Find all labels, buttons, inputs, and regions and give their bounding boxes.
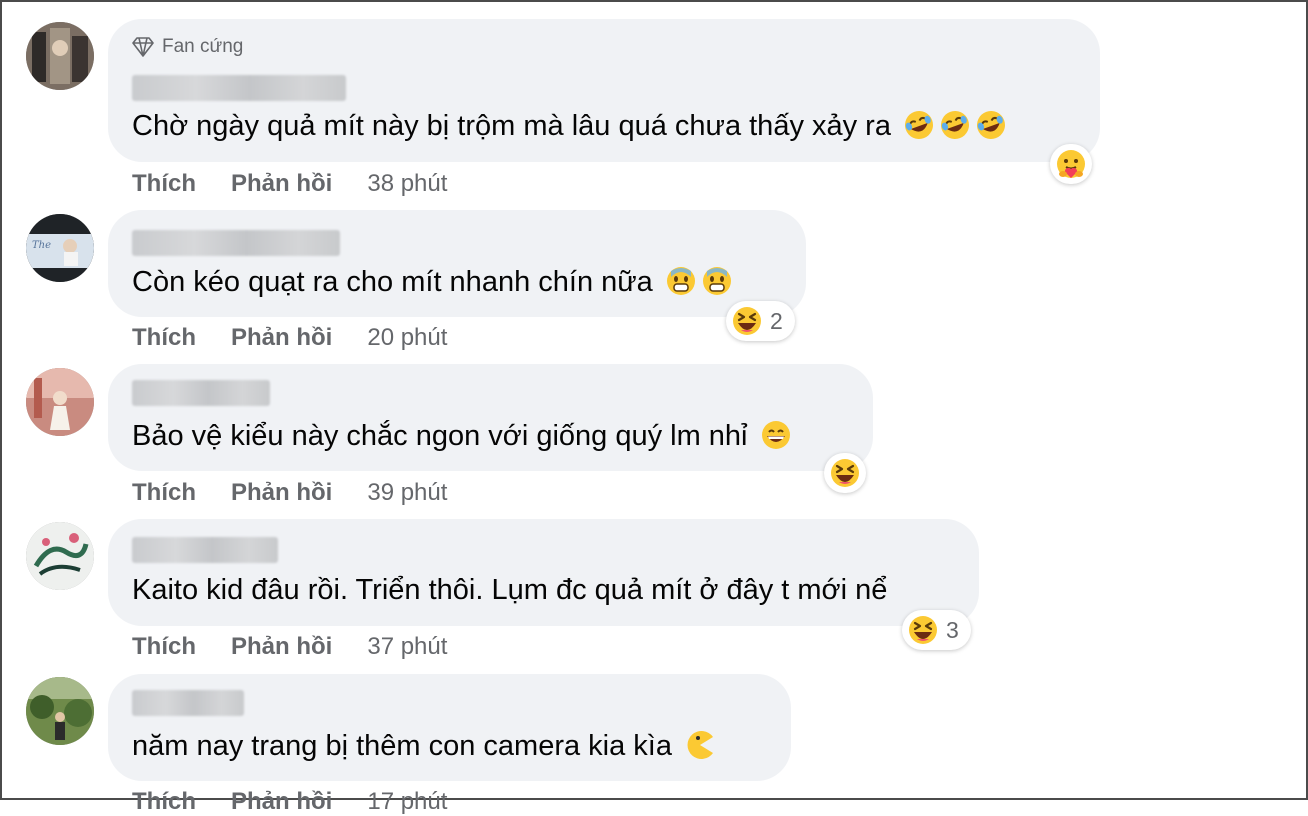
timestamp[interactable]: 17 phút: [367, 788, 447, 816]
avatar[interactable]: [26, 368, 94, 436]
pacman-emoji: [684, 729, 716, 761]
author-name[interactable]: [132, 75, 346, 101]
reaction-summary[interactable]: [824, 453, 866, 493]
reply-button[interactable]: Phản hồi: [231, 788, 332, 816]
rolling-laughing-emoji: [939, 109, 971, 141]
reply-button[interactable]: Phản hồi: [231, 479, 332, 507]
rolling-laughing-emoji: [975, 109, 1007, 141]
timestamp[interactable]: 39 phút: [367, 479, 447, 507]
comment-actions: Thích Phản hồi 39 phút: [132, 479, 447, 507]
avatar[interactable]: [26, 22, 94, 90]
rolling-laughing-emoji: [903, 109, 935, 141]
avatar[interactable]: [26, 677, 94, 745]
reaction-summary[interactable]: 3: [902, 610, 971, 650]
avatar[interactable]: [26, 522, 94, 590]
comment-actions: Thích Phản hồi 38 phút: [132, 170, 447, 198]
svg-text:The: The: [32, 240, 51, 251]
cold-sweat-emoji: [701, 265, 733, 297]
haha-emoji: [909, 616, 937, 644]
reaction-count: 3: [946, 616, 959, 643]
comment-text: Còn kéo quạt ra cho mít nhanh chín nữa: [132, 265, 733, 299]
timestamp[interactable]: 20 phút: [367, 324, 447, 352]
comment-text: Bảo vệ kiểu này chắc ngon với giống quý …: [132, 419, 792, 453]
cold-sweat-emoji: [665, 265, 697, 297]
comment-bubble: Kaito kid đâu rồi. Triển thôi. Lụm đc qu…: [108, 519, 979, 626]
like-button[interactable]: Thích: [132, 788, 196, 816]
comment-actions: Thích Phản hồi 20 phút: [132, 324, 447, 352]
author-name[interactable]: [132, 380, 270, 406]
reply-button[interactable]: Phản hồi: [231, 633, 332, 661]
like-button[interactable]: Thích: [132, 170, 196, 198]
fan-badge: Fan cứng: [132, 36, 243, 58]
author-name[interactable]: [132, 690, 244, 716]
haha-emoji: [831, 459, 859, 487]
like-button[interactable]: Thích: [132, 633, 196, 661]
comment-text: Chờ ngày quả mít này bị trộm mà lâu quá …: [132, 109, 1007, 143]
author-name[interactable]: [132, 230, 340, 256]
badge-label: Fan cứng: [162, 36, 244, 57]
reaction-summary[interactable]: [1050, 144, 1092, 184]
care-emoji: [1057, 150, 1085, 178]
reaction-summary[interactable]: 2: [726, 301, 795, 341]
timestamp[interactable]: 38 phút: [367, 170, 447, 198]
author-name[interactable]: [132, 537, 278, 563]
diamond-icon: [132, 37, 154, 57]
avatar[interactable]: The: [26, 214, 94, 282]
comment-actions: Thích Phản hồi 17 phút: [132, 788, 447, 816]
comment-text: năm nay trang bị thêm con camera kia kìa: [132, 729, 716, 763]
like-button[interactable]: Thích: [132, 479, 196, 507]
reply-button[interactable]: Phản hồi: [231, 324, 332, 352]
reply-button[interactable]: Phản hồi: [231, 170, 332, 198]
reaction-count: 2: [770, 307, 783, 334]
timestamp[interactable]: 37 phút: [367, 633, 447, 661]
comment-bubble: Bảo vệ kiểu này chắc ngon với giống quý …: [108, 364, 873, 471]
comment-actions: Thích Phản hồi 37 phút: [132, 633, 447, 661]
comment-bubble: Còn kéo quạt ra cho mít nhanh chín nữa: [108, 210, 806, 317]
like-button[interactable]: Thích: [132, 324, 196, 352]
haha-emoji: [733, 307, 761, 335]
comment-bubble: Fan cứng Chờ ngày quả mít này bị trộm mà…: [108, 19, 1100, 162]
grinning-emoji: [760, 419, 792, 451]
comment-bubble: năm nay trang bị thêm con camera kia kìa: [108, 674, 791, 781]
comment-text: Kaito kid đâu rồi. Triển thôi. Lụm đc qu…: [132, 574, 888, 606]
